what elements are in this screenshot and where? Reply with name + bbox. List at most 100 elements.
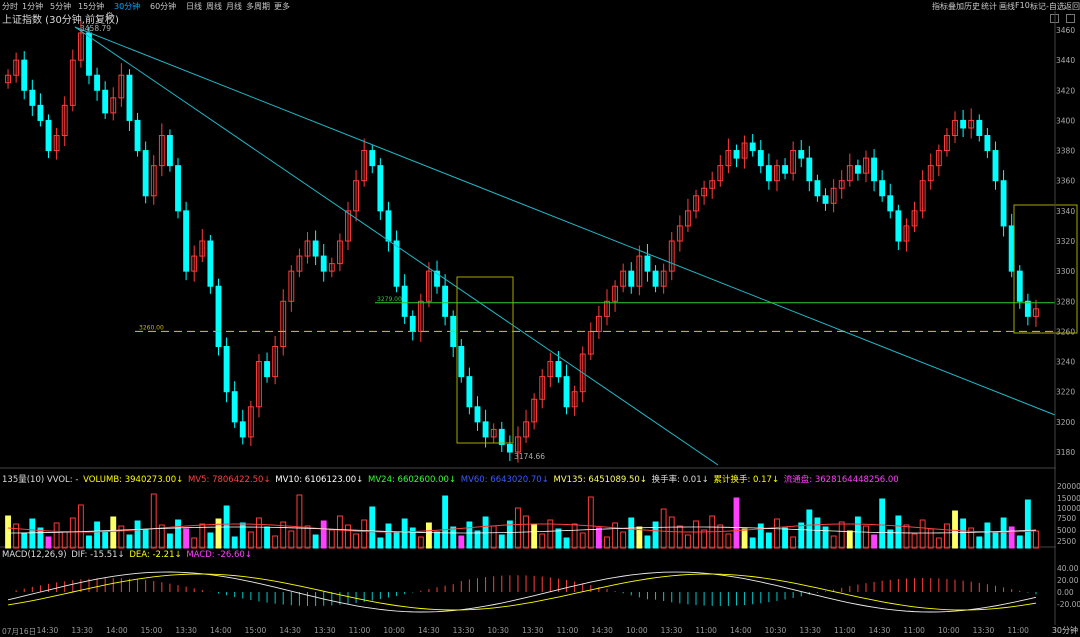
volume-bar: [579, 532, 586, 549]
time-tick-19: 13:30: [660, 626, 683, 635]
volume-bar: [353, 533, 360, 549]
volume-bar: [94, 521, 101, 549]
volume-bar: [644, 535, 651, 549]
volume-bar: [515, 507, 521, 549]
period-label[interactable]: 30分钟: [1052, 625, 1078, 636]
cum-turnover-value: 累计换手: 0.17↓: [713, 475, 780, 485]
time-tick-27: 10:00: [938, 626, 960, 635]
volume-bar: [312, 534, 319, 549]
candle-body: [1008, 225, 1015, 272]
price-tick-12: 3220: [1056, 388, 1075, 397]
time-tick-14: 10:30: [487, 626, 509, 635]
volume-bar: [207, 532, 214, 549]
volume-bar: [879, 498, 886, 549]
volume-bar: [701, 529, 708, 549]
price-tick-5: 3360: [1056, 177, 1075, 186]
volume-bar: [458, 535, 465, 549]
time-tick-13: 13:30: [452, 626, 475, 635]
low-annotation: 3174.66: [514, 452, 545, 461]
macd-tick-1: 20.00: [1057, 576, 1079, 585]
volume-bar: [903, 524, 910, 549]
volume-bar: [1024, 499, 1031, 549]
mv60-value: MV60: 6643020.70↓: [460, 475, 549, 485]
volume-indicator-name[interactable]: 135量(10) VVOL: -: [2, 475, 78, 485]
time-tick-12: 14:30: [418, 626, 440, 635]
volume-bar: [1016, 535, 1023, 549]
level-a-annotation: 3260.00: [139, 324, 164, 331]
volume-bar: [183, 528, 190, 549]
volume-bar: [45, 536, 52, 549]
time-tick-16: 11:00: [556, 626, 579, 635]
time-tick-24: 11:00: [834, 626, 856, 635]
volume-bar: [531, 524, 538, 549]
candle-body: [94, 74, 101, 91]
volume-bar: [393, 532, 400, 549]
price-tick-13: 3200: [1056, 418, 1075, 427]
volume-bar: [555, 528, 562, 549]
volume-bar: [361, 519, 368, 549]
candle-body: [175, 165, 181, 212]
dea-line: [7, 573, 1037, 611]
level-b-annotation: 3279.00: [377, 296, 402, 303]
volume-bar: [288, 530, 295, 549]
volume-bar: [150, 493, 157, 549]
volume-bar: [304, 525, 311, 549]
volume-bar: [134, 520, 141, 549]
trendline-lower: [74, 26, 719, 466]
volume-bar: [264, 526, 270, 549]
volume-bar: [652, 521, 659, 549]
candle-body: [782, 165, 788, 174]
candle-body: [976, 119, 983, 137]
volume-bar: [976, 536, 983, 549]
time-tick-1: 14:30: [36, 626, 59, 635]
volume-bar: [272, 535, 279, 549]
candle-body: [466, 376, 473, 408]
volume-bar: [166, 533, 173, 549]
candle-body: [207, 240, 214, 287]
macd-legend: MACD(12,26,9) DIF: -15.51↓ DEA: -2.21↓ M…: [2, 550, 254, 560]
candle-body: [215, 285, 222, 348]
candle-body: [482, 421, 489, 438]
volume-bar: [984, 522, 991, 549]
volume-bar: [822, 526, 829, 549]
time-tick-5: 13:30: [175, 626, 197, 635]
candle-body: [854, 165, 861, 174]
volume-bar: [757, 523, 764, 549]
price-tick-9: 3280: [1056, 297, 1075, 306]
candle-body: [644, 255, 651, 272]
candle-body: [871, 157, 878, 182]
volume-bar: [806, 509, 813, 549]
volume-bar: [571, 523, 578, 549]
volume-bar: [369, 506, 376, 549]
candle-body: [798, 150, 805, 159]
candle-body: [183, 210, 190, 272]
candle-body: [409, 315, 416, 332]
candle-body: [765, 165, 772, 182]
mv10-value: MV10: 6106123.00↓: [275, 475, 364, 485]
kline-chart[interactable]: 3460 3440 3420 3400 3380 3360 3340 3320 3300 3280…: [0, 0, 1080, 635]
volume-bar: [895, 515, 902, 549]
macd-tick-3: -20.00: [1057, 600, 1080, 609]
macd-tick-0: 40.00: [1057, 564, 1079, 573]
macd-indicator-name[interactable]: MACD(12,26,9): [2, 550, 67, 560]
candle-body: [960, 119, 967, 129]
volume-bar: [466, 521, 473, 549]
volume-legend: 135量(10) VVOL: - VOLUMB: 3940273.00↓ MV5…: [2, 473, 901, 485]
volume-bar: [336, 515, 343, 549]
mv24-value: MV24: 6602600.00↓: [368, 475, 457, 485]
price-tick-2: 3420: [1056, 86, 1075, 95]
volume-bar: [126, 534, 133, 549]
time-tick-26: 11:00: [903, 626, 925, 635]
candle-body: [166, 135, 173, 167]
volume-bar: [676, 525, 683, 549]
candle-body: [879, 180, 886, 197]
volume-bar: [927, 528, 934, 549]
volume-bar: [749, 537, 756, 549]
candle-body: [102, 89, 109, 114]
volume-bar: [328, 529, 335, 549]
volume-bar: [215, 518, 222, 549]
volume-tick-1: 15000: [1057, 494, 1080, 503]
high-annotation: 3458.79: [80, 24, 111, 33]
time-tick-10: 11:00: [348, 626, 371, 635]
candle-body: [628, 270, 635, 287]
